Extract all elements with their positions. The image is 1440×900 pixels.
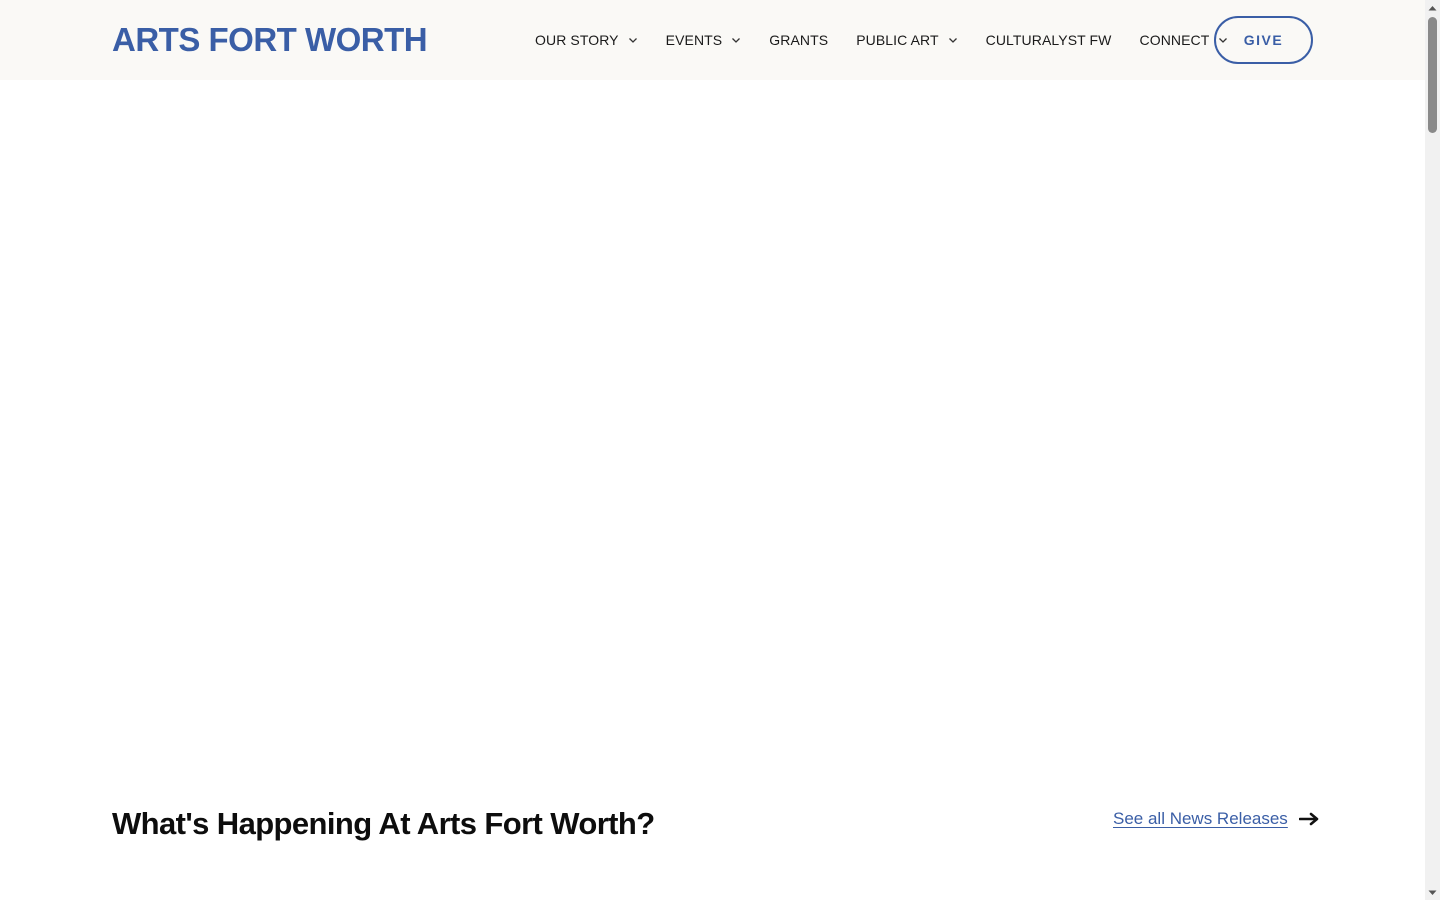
scrollbar-thumb[interactable] (1428, 17, 1437, 133)
chevron-down-icon (948, 35, 958, 45)
vertical-scrollbar[interactable] (1425, 0, 1440, 900)
nav-item-public-art[interactable]: PUBLIC ART (856, 0, 957, 80)
nav-item-our-story[interactable]: OUR STORY (535, 0, 638, 80)
site-logo[interactable]: ARTS FORT WORTH (112, 18, 428, 62)
hero-area (0, 80, 1425, 740)
nav-item-label: CONNECT (1139, 32, 1210, 48)
arrow-right-icon (1298, 812, 1319, 826)
nav-item-label: CULTURALYST FW (985, 32, 1112, 48)
see-all-news-link[interactable]: See all News Releases (1113, 807, 1319, 831)
see-all-news-label: See all News Releases (1113, 809, 1288, 828)
nav-item-grants[interactable]: GRANTS (769, 0, 828, 80)
nav-item-events[interactable]: EVENTS (666, 0, 742, 80)
nav-item-label: OUR STORY (535, 32, 619, 48)
chevron-down-icon (731, 35, 741, 45)
news-section-title: What's Happening At Arts Fort Worth? (112, 806, 655, 841)
nav-item-culturalyst-fw[interactable]: CULTURALYST FW (986, 0, 1112, 80)
main-nav: OUR STORY EVENTS GRANTS PUBLIC ART CULTU… (535, 0, 1228, 80)
scroll-up-arrow-icon[interactable] (1425, 0, 1440, 15)
nav-item-label: PUBLIC ART (856, 32, 939, 48)
nav-item-label: EVENTS (665, 32, 723, 48)
nav-item-label: GRANTS (769, 32, 829, 48)
scroll-down-arrow-icon[interactable] (1425, 885, 1440, 900)
site-header: ARTS FORT WORTH OUR STORY EVENTS GRANTS … (0, 0, 1425, 80)
give-button[interactable]: GIVE (1214, 16, 1313, 64)
chevron-down-icon (628, 35, 638, 45)
